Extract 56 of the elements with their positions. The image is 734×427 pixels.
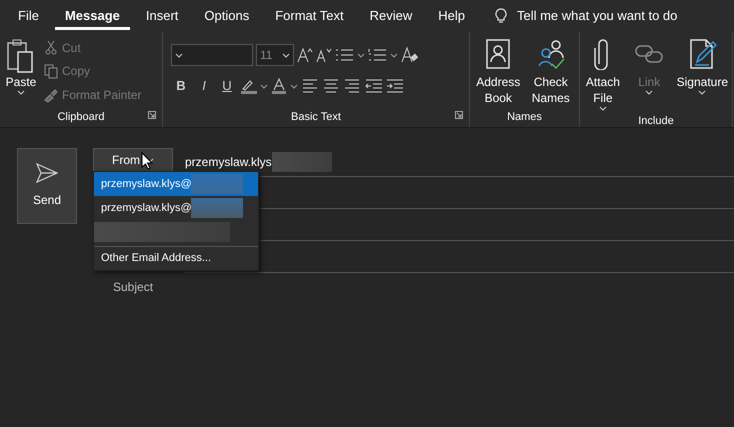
clipboard-icon <box>6 38 36 74</box>
group-label: Include <box>638 114 674 129</box>
copy-icon <box>44 64 58 79</box>
mouse-pointer-icon <box>141 152 153 170</box>
ribbon-tab[interactable]: Options <box>194 2 260 30</box>
font-name-field[interactable] <box>171 44 253 66</box>
ribbon-tab[interactable]: Insert <box>136 2 188 30</box>
align-right-icon[interactable] <box>344 78 362 94</box>
caret-icon <box>282 52 290 58</box>
group-label: Clipboard <box>57 110 105 125</box>
bullets-icon[interactable] <box>335 48 365 62</box>
menu-item[interactable]: przemyslaw.klys@ <box>94 172 258 196</box>
format-button[interactable]: B <box>171 76 191 96</box>
format-button[interactable]: U <box>217 76 237 96</box>
ribbon-button[interactable]: Address Book <box>474 36 522 108</box>
numbering-icon[interactable] <box>368 48 398 62</box>
ribbon-button[interactable]: Check Names <box>526 36 575 108</box>
ribbon-button[interactable]: Attach File <box>584 36 622 113</box>
clear-formatting-icon[interactable] <box>401 46 419 64</box>
send-button[interactable]: Send <box>17 148 77 224</box>
lightbulb-icon <box>494 8 507 24</box>
subject-label: Subject <box>113 279 154 296</box>
dialog-launcher-icon[interactable] <box>148 111 156 119</box>
caret-icon <box>17 90 25 95</box>
menu-item[interactable]: przemyslaw.klys@ <box>94 196 258 220</box>
ribbon-tab[interactable]: Help <box>428 2 475 30</box>
shrink-font-icon[interactable] <box>316 47 332 63</box>
font-color-icon[interactable] <box>271 78 299 94</box>
caret-icon <box>698 90 706 95</box>
format-button[interactable]: I <box>194 76 214 96</box>
highlighter-icon[interactable] <box>240 78 268 94</box>
grow-font-icon[interactable] <box>297 47 313 63</box>
group-label: Basic Text <box>291 110 341 125</box>
ribbon-tab[interactable]: Review <box>360 2 422 30</box>
caret-icon <box>645 90 654 95</box>
dialog-launcher-icon[interactable] <box>455 111 463 119</box>
menu-item[interactable]: Other Email Address... <box>94 246 258 270</box>
from-address[interactable]: przemyslaw.klys <box>185 153 272 171</box>
search-field[interactable]: Tell me what you want to do <box>516 6 678 26</box>
scissors-icon <box>44 40 58 56</box>
caret-icon <box>175 52 183 58</box>
align-center-icon[interactable] <box>323 78 341 94</box>
increase-indent-icon[interactable] <box>386 78 404 94</box>
brush-icon <box>44 88 58 103</box>
ribbon-button[interactable]: Signature <box>676 36 728 113</box>
ribbon-tab[interactable]: Format Text <box>265 2 354 30</box>
paste-button[interactable]: Paste <box>4 36 38 107</box>
from-button[interactable]: From <box>93 148 173 172</box>
decrease-indent-icon[interactable] <box>365 78 383 94</box>
people-check-icon <box>536 38 566 70</box>
font-size-field[interactable]: 11 <box>256 44 294 66</box>
ribbon-tab[interactable]: File <box>8 2 49 30</box>
send-icon <box>36 163 58 183</box>
align-left-icon[interactable] <box>302 78 320 94</box>
group-label: Names <box>507 110 542 126</box>
caret-icon <box>598 106 607 111</box>
